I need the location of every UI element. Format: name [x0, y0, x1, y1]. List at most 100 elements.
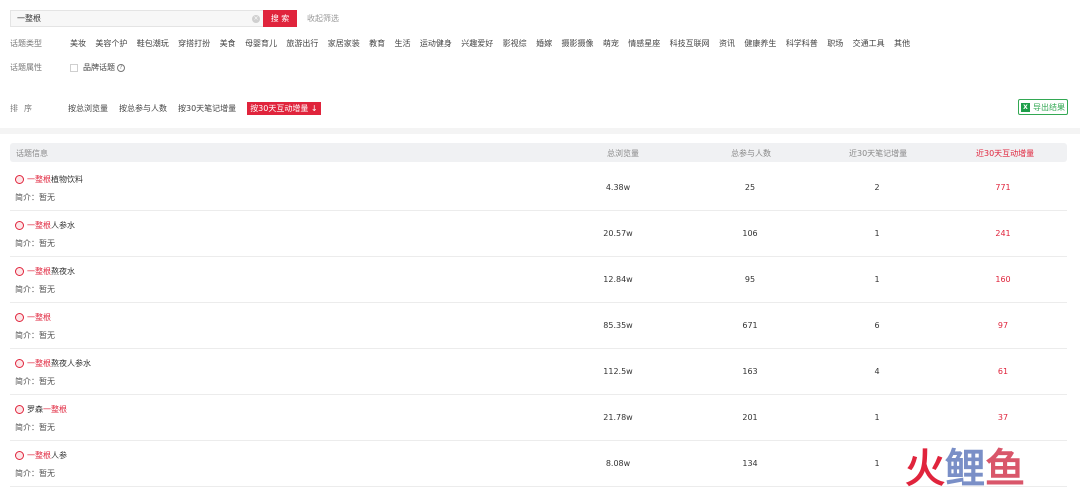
cell-notes-30d: 1	[874, 229, 880, 238]
topic-type-option[interactable]: 交通工具	[853, 38, 885, 49]
cell-notes-30d: 6	[874, 321, 880, 330]
topic-type-option[interactable]: 影视综	[503, 38, 527, 49]
topic-attr-label: 话题属性	[10, 63, 42, 72]
topic-title[interactable]: 一整根 熬夜水	[15, 266, 75, 277]
table-row[interactable]: 一整根 熬夜人参水 简介：暂无 112.5w 163 4 61	[10, 349, 1067, 395]
topic-type-option[interactable]: 旅游出行	[286, 38, 318, 49]
sort-by-participants[interactable]: 按总参与人数	[119, 102, 167, 115]
search-bar: × 搜 索 收起筛选	[10, 10, 339, 27]
sort-bar: 排序 按总浏览量 按总参与人数 按30天笔记增量 按30天互动增量 ↓	[10, 102, 332, 115]
table-header: 话题信息 总浏览量 总参与人数 近30天笔记增量 近30天互动增量	[10, 143, 1067, 162]
cell-participants: 25	[744, 183, 756, 192]
topic-keyword: 一整根	[27, 175, 51, 184]
cell-participants: 95	[744, 275, 756, 284]
table-row[interactable]: 一整根 简介：暂无 85.35w 671 6 97	[10, 303, 1067, 349]
cell-participants: 106	[742, 229, 758, 238]
export-button[interactable]: X 导出结果	[1018, 99, 1068, 115]
topic-title[interactable]: 一整根 人参	[15, 450, 67, 461]
watermark-char-1: 火	[905, 446, 945, 492]
cell-participants: 134	[742, 459, 758, 468]
collapse-filter-link[interactable]: 收起筛选	[307, 13, 339, 24]
topic-type-option[interactable]: 婚嫁	[536, 38, 552, 49]
topic-type-option[interactable]: 其他	[894, 38, 910, 49]
hot-topic-icon	[15, 267, 24, 276]
topic-type-option[interactable]: 教育	[369, 38, 385, 49]
watermark-char-2: 鲤	[945, 446, 985, 492]
cell-notes-30d: 1	[874, 459, 880, 468]
sort-by-interactions-30d[interactable]: 按30天互动增量 ↓	[247, 102, 321, 115]
sort-label: 排序	[10, 104, 38, 113]
hot-topic-icon	[15, 175, 24, 184]
topic-intro: 简介：暂无	[15, 331, 55, 340]
table-row[interactable]: 罗森 一整根 简介：暂无 21.78w 201 1 37	[10, 395, 1067, 441]
topic-type-option[interactable]: 家居家装	[328, 38, 360, 49]
sort-by-views[interactable]: 按总浏览量	[68, 102, 108, 115]
topic-type-option[interactable]: 科技互联网	[670, 38, 710, 49]
topic-type-option[interactable]: 穿搭打扮	[178, 38, 210, 49]
topic-type-option[interactable]: 美容个护	[95, 38, 127, 49]
topic-type-option[interactable]: 职场	[827, 38, 843, 49]
col-participants[interactable]: 总参与人数	[731, 148, 771, 159]
topic-type-option[interactable]: 科学科普	[786, 38, 818, 49]
cell-total-views: 8.08w	[605, 459, 631, 468]
search-button[interactable]: 搜 索	[263, 10, 297, 27]
cell-notes-30d: 2	[874, 183, 880, 192]
table-row[interactable]: 一整根 熬夜水 简介：暂无 12.84w 95 1 160	[10, 257, 1067, 303]
topic-suffix: 熬夜人参水	[51, 359, 91, 368]
topic-type-option[interactable]: 健康养生	[744, 38, 776, 49]
export-label: 导出结果	[1033, 102, 1065, 112]
cell-total-views: 20.57w	[603, 229, 633, 238]
hot-topic-icon	[15, 221, 24, 230]
help-icon[interactable]: ?	[117, 63, 125, 72]
brand-topic-checkbox[interactable]	[70, 63, 78, 72]
topic-keyword: 一整根	[27, 267, 51, 276]
topic-type-option[interactable]: 情感星座	[628, 38, 660, 49]
cell-participants: 671	[742, 321, 758, 330]
topic-type-option[interactable]: 生活	[395, 38, 411, 49]
topic-type-option[interactable]: 兴趣爱好	[461, 38, 493, 49]
watermark-logo: 火 鲤 鱼	[905, 447, 1025, 491]
topic-intro: 简介：暂无	[15, 469, 55, 478]
topic-type-option[interactable]: 资讯	[719, 38, 735, 49]
section-divider	[0, 128, 1080, 134]
topic-type-option[interactable]: 萌宠	[603, 38, 619, 49]
topic-title[interactable]: 一整根	[15, 312, 51, 323]
topic-title[interactable]: 罗森 一整根	[15, 404, 67, 415]
hot-topic-icon	[15, 405, 24, 414]
topic-type-label: 话题类型	[10, 39, 42, 48]
clear-icon[interactable]: ×	[252, 15, 260, 23]
cell-notes-30d: 4	[874, 367, 880, 376]
topic-title[interactable]: 一整根 熬夜人参水	[15, 358, 91, 369]
topic-title[interactable]: 一整根 人参水	[15, 220, 75, 231]
table-row[interactable]: 一整根 植物饮料 简介：暂无 4.38w 25 2 771	[10, 165, 1067, 211]
watermark-char-3: 鱼	[985, 446, 1025, 492]
col-total-views[interactable]: 总浏览量	[607, 148, 639, 159]
topic-type-option[interactable]: 运动健身	[420, 38, 452, 49]
hot-topic-icon	[15, 359, 24, 368]
topic-type-option[interactable]: 鞋包潮玩	[137, 38, 169, 49]
cell-notes-30d: 1	[874, 413, 880, 422]
topic-type-option[interactable]: 摄影摄像	[561, 38, 593, 49]
topic-type-option[interactable]: 美食	[220, 38, 236, 49]
topic-intro: 简介：暂无	[15, 193, 55, 202]
cell-total-views: 4.38w	[605, 183, 631, 192]
sort-by-notes-30d[interactable]: 按30天笔记增量	[178, 102, 236, 115]
topic-suffix: 人参	[51, 451, 67, 460]
brand-topic-label: 品牌话题	[83, 63, 115, 72]
search-input[interactable]	[17, 14, 247, 23]
table-row[interactable]: 一整根 人参水 简介：暂无 20.57w 106 1 241	[10, 211, 1067, 257]
col-interactions-30d[interactable]: 近30天互动增量	[976, 148, 1034, 159]
topic-type-options: 美妆 美容个护 鞋包潮玩 穿搭打扮 美食 母婴育儿 旅游出行 家居家装 教育 生活 运动健身 兴趣爱好…	[70, 38, 919, 49]
cell-interactions-30d: 241	[995, 229, 1011, 238]
col-topic-info: 话题信息	[16, 149, 48, 158]
topic-type-option[interactable]: 美妆	[70, 38, 86, 49]
topic-type-filter: 话题类型 美妆 美容个护 鞋包潮玩 穿搭打扮 美食 母婴育儿 旅游出行 家居家装 教育 生活 运动健…	[10, 38, 919, 49]
topic-prefix: 罗森	[27, 405, 43, 414]
topic-suffix: 植物饮料	[51, 175, 83, 184]
topic-type-option[interactable]: 母婴育儿	[245, 38, 277, 49]
topic-title[interactable]: 一整根 植物饮料	[15, 174, 83, 185]
excel-icon: X	[1021, 102, 1030, 112]
topic-intro: 简介：暂无	[15, 423, 55, 432]
hot-topic-icon	[15, 313, 24, 322]
col-notes-30d[interactable]: 近30天笔记增量	[849, 148, 907, 159]
